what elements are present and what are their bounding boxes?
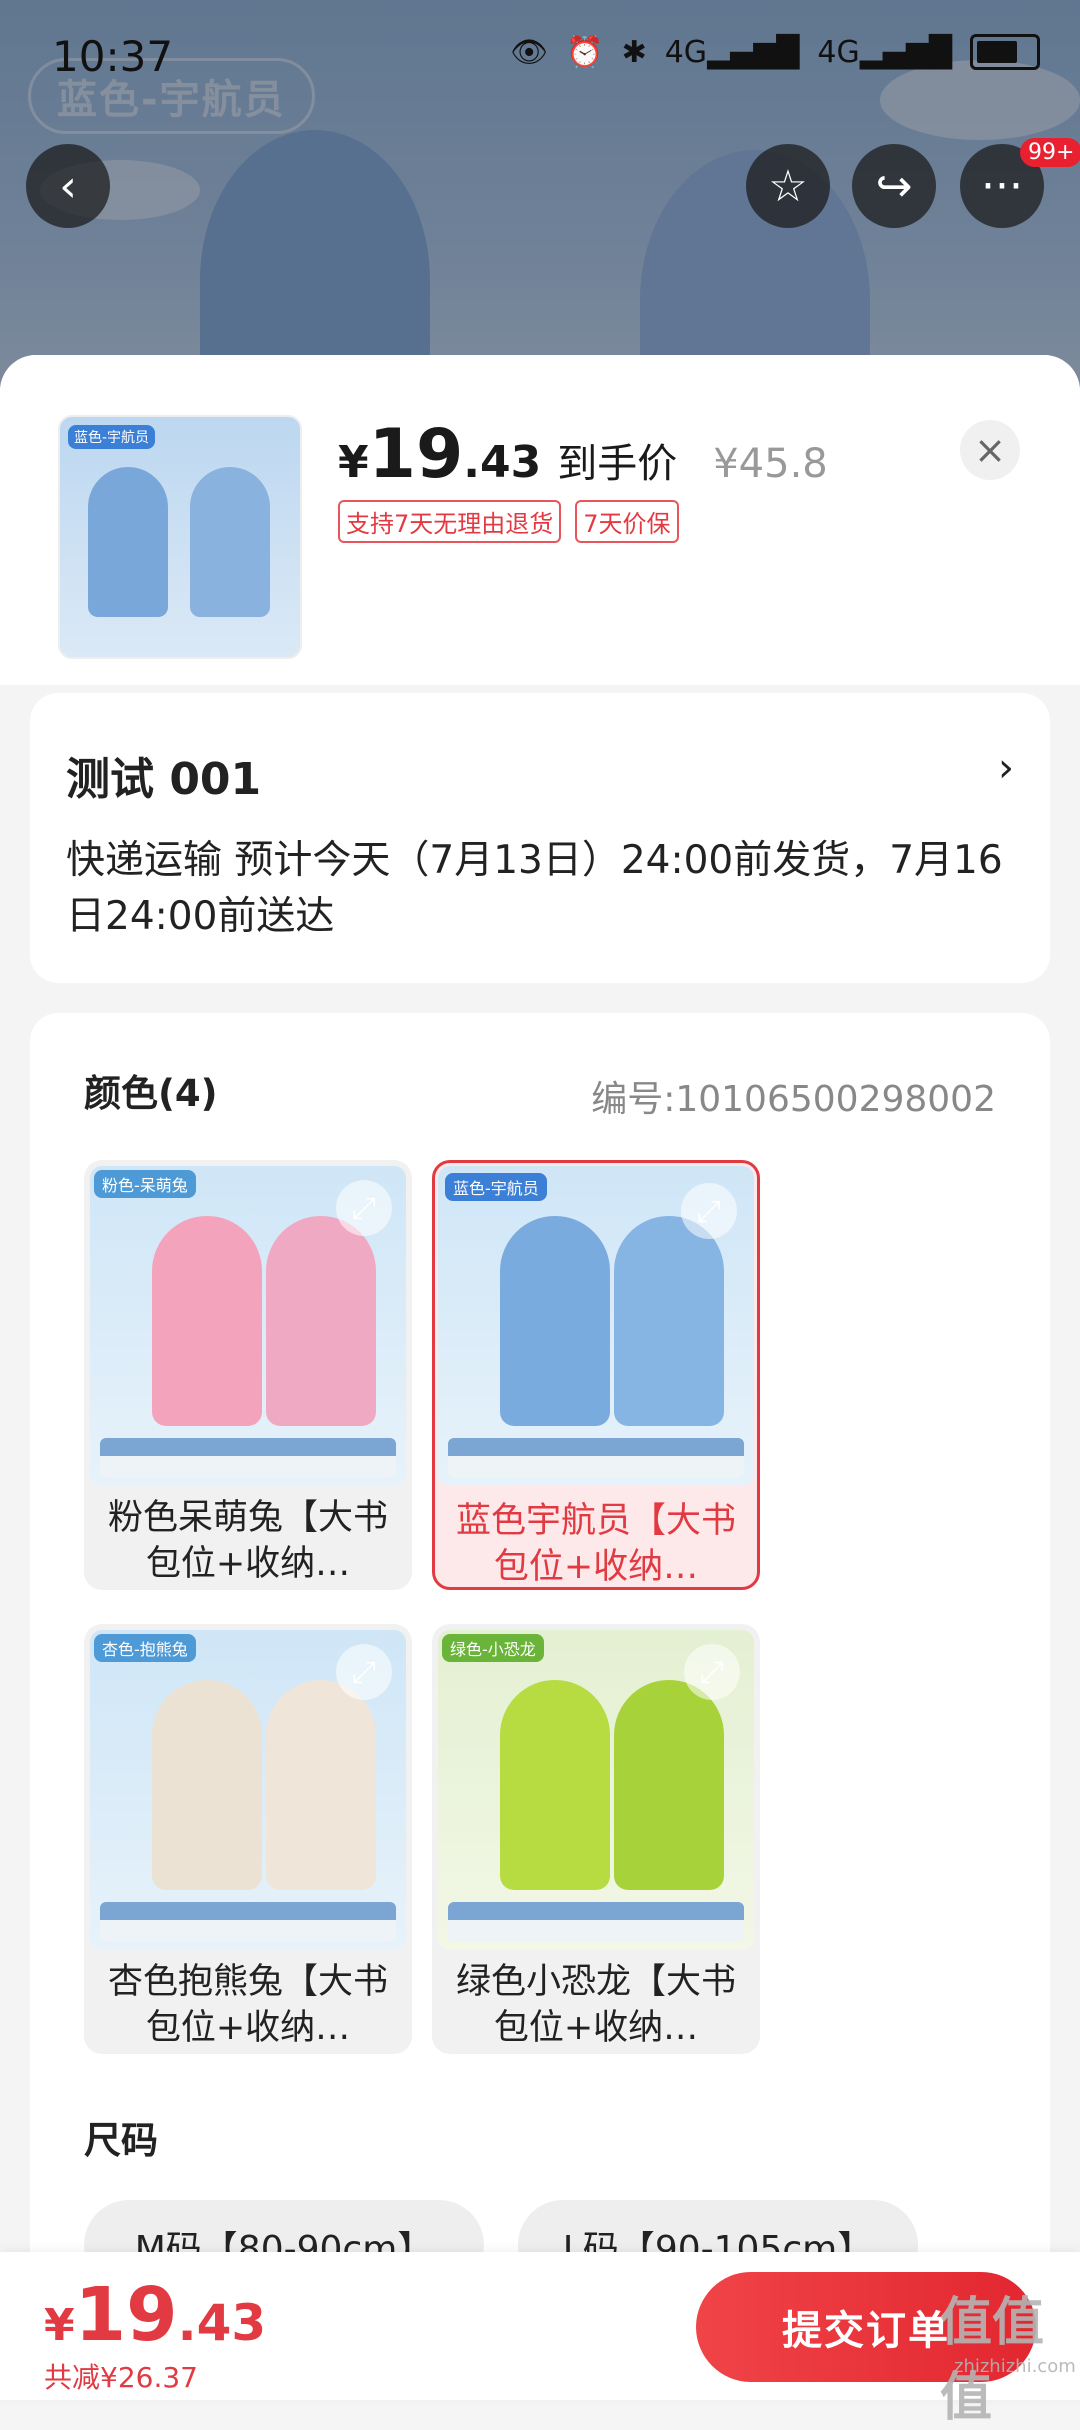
option-label: 粉色呆萌兔【大书包位+收纳… bbox=[107, 1498, 388, 1584]
discount-total: 共减¥26.37 bbox=[44, 2361, 198, 2394]
option-tag: 绿色-小恐龙 bbox=[442, 1634, 544, 1662]
more-icon: ··· bbox=[981, 160, 1023, 212]
chevron-left-icon: ‹ bbox=[59, 160, 77, 212]
eye-icon: 👁 bbox=[510, 34, 549, 70]
product-code: 编号:10106500298002 bbox=[591, 1079, 996, 1120]
star-icon: ☆ bbox=[768, 160, 808, 212]
thumb-variant-tag: 蓝色-宇航员 bbox=[68, 425, 156, 449]
share-icon: ↪ bbox=[875, 160, 913, 212]
status-bar: 10:37 👁 ⏰ ✱ 4G▂▄▆█ 4G▂▄▆█ bbox=[0, 0, 1080, 110]
chevron-right-icon: › bbox=[998, 745, 1014, 791]
bluetooth-icon: ✱ bbox=[621, 34, 647, 70]
original-price: ¥45.8 bbox=[713, 441, 828, 487]
watermark-logo: 值值值 bbox=[940, 2293, 1045, 2428]
option-tag: 蓝色-宇航员 bbox=[445, 1173, 547, 1201]
product-thumbnail[interactable]: 蓝色-宇航员 bbox=[58, 415, 302, 659]
signal-4g-icon-2: 4G▂▄▆█ bbox=[817, 34, 952, 70]
color-option-blue[interactable]: 蓝色-宇航员 ⤢ 蓝色宇航员【大书包位+收纳… bbox=[432, 1160, 760, 1590]
signal-4g-icon: 4G▂▄▆█ bbox=[664, 34, 800, 70]
address-name: 测试 001 bbox=[66, 754, 262, 805]
expand-icon[interactable]: ⤢ bbox=[681, 1183, 737, 1239]
final-price: ¥ 19 .43 到手价 ¥45.8 bbox=[338, 415, 828, 494]
price-label: 到手价 bbox=[557, 441, 678, 487]
back-button[interactable]: ‹ bbox=[26, 144, 110, 228]
total-price: ¥ 19 .43 bbox=[44, 2272, 267, 2358]
address-card[interactable]: 测试 001 › 快递运输 预计今天（7月13日）24:00前发货，7月16日2… bbox=[30, 693, 1050, 983]
close-icon: × bbox=[974, 428, 1006, 472]
return-policy-chip: 支持7天无理由退货 bbox=[338, 500, 562, 543]
color-section-title: 颜色(4) bbox=[84, 1072, 218, 1115]
status-time: 10:37 bbox=[52, 32, 174, 81]
size-section-title: 尺码 bbox=[84, 2119, 158, 2162]
expand-icon[interactable]: ⤢ bbox=[336, 1180, 392, 1236]
color-option-green[interactable]: 绿色-小恐龙 ⤢ 绿色小恐龙【大书包位+收纳… bbox=[432, 1624, 760, 2054]
service-chips: 支持7天无理由退货 7天价保 bbox=[338, 500, 679, 543]
color-option-pink[interactable]: 粉色-呆萌兔 ⤢ 粉色呆萌兔【大书包位+收纳… bbox=[84, 1160, 412, 1590]
price-protect-chip: 7天价保 bbox=[575, 500, 679, 543]
expand-icon[interactable]: ⤢ bbox=[336, 1644, 392, 1700]
sheet-header: 蓝色-宇航员 ¥ 19 .43 到手价 ¥45.8 支持7天无理由退货 7天价保… bbox=[0, 355, 1080, 685]
option-tag: 粉色-呆萌兔 bbox=[94, 1170, 196, 1198]
option-label: 杏色抱熊兔【大书包位+收纳… bbox=[107, 1962, 388, 2048]
option-label: 绿色小恐龙【大书包位+收纳… bbox=[455, 1962, 736, 2048]
share-button[interactable]: ↪ bbox=[852, 144, 936, 228]
alarm-icon: ⏰ bbox=[566, 34, 604, 70]
option-tag: 杏色-抱熊兔 bbox=[94, 1634, 196, 1662]
close-button[interactable]: × bbox=[960, 420, 1020, 480]
notification-badge: 99+ bbox=[1020, 138, 1080, 167]
watermark-url: zhizhizhi.com bbox=[954, 2356, 1076, 2377]
bottom-bar: ¥ 19 .43 共减¥26.37 提交订单 bbox=[0, 2252, 1080, 2400]
expand-icon[interactable]: ⤢ bbox=[684, 1644, 740, 1700]
favorite-button[interactable]: ☆ bbox=[746, 144, 830, 228]
option-label: 蓝色宇航员【大书包位+收纳… bbox=[455, 1501, 736, 1587]
color-option-apricot[interactable]: 杏色-抱熊兔 ⤢ 杏色抱熊兔【大书包位+收纳… bbox=[84, 1624, 412, 2054]
battery-icon bbox=[970, 34, 1040, 70]
delivery-estimate: 快递运输 预计今天（7月13日）24:00前发货，7月16日24:00前送达 bbox=[66, 838, 1003, 939]
